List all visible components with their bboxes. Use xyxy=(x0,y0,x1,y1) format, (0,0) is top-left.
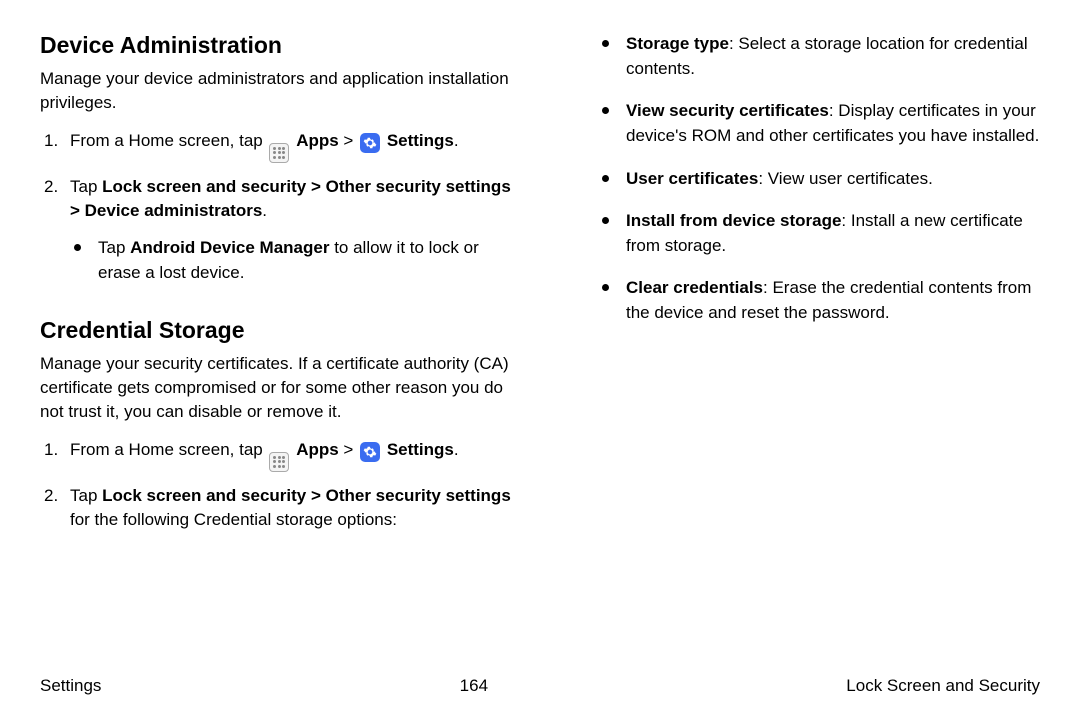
list-item: Install from device storage: Install a n… xyxy=(598,209,1040,258)
apps-icon xyxy=(269,452,289,472)
credential-storage-steps: From a Home screen, tap Apps > Settings.… xyxy=(40,438,512,533)
step-text: . xyxy=(454,440,459,459)
apps-icon xyxy=(269,143,289,163)
bold-text: Install from device storage xyxy=(626,211,841,230)
credential-storage-desc: Manage your security certificates. If a … xyxy=(40,352,512,423)
credential-options-list: Storage type: Select a storage location … xyxy=(568,32,1040,326)
apps-label: Apps xyxy=(296,131,339,150)
sep: > xyxy=(339,440,358,459)
device-admin-desc: Manage your device administrators and ap… xyxy=(40,67,512,115)
step-text: From a Home screen, tap xyxy=(70,440,267,459)
step-text: . xyxy=(262,201,267,220)
footer-left: Settings xyxy=(40,676,101,696)
footer-right: Lock Screen and Security xyxy=(846,676,1040,696)
step-text: . xyxy=(454,131,459,150)
item-text: : View user certificates. xyxy=(758,169,932,188)
sep: > xyxy=(339,131,358,150)
settings-icon xyxy=(360,133,380,153)
right-column: Storage type: Select a storage location … xyxy=(568,32,1040,545)
settings-label: Settings xyxy=(387,131,454,150)
bold-text: User certificates xyxy=(626,169,758,188)
bold-text: Lock screen and security > Other securit… xyxy=(70,177,511,221)
list-item: From a Home screen, tap Apps > Settings. xyxy=(40,129,512,163)
list-item: View security certificates: Display cert… xyxy=(598,99,1040,148)
credential-storage-title: Credential Storage xyxy=(40,317,512,344)
device-admin-title: Device Administration xyxy=(40,32,512,59)
bold-text: Lock screen and security > Other securit… xyxy=(102,486,511,505)
settings-label: Settings xyxy=(387,440,454,459)
step-text: Tap xyxy=(98,238,130,257)
sublist: Tap Android Device Manager to allow it t… xyxy=(70,236,512,285)
list-item: Tap Lock screen and security > Other sec… xyxy=(40,175,512,286)
left-column: Device Administration Manage your device… xyxy=(40,32,512,545)
bold-text: Android Device Manager xyxy=(130,238,329,257)
page-footer: Settings 164 Lock Screen and Security xyxy=(40,676,1040,696)
apps-label: Apps xyxy=(296,440,339,459)
bold-text: Storage type xyxy=(626,34,729,53)
step-text: Tap xyxy=(70,177,102,196)
bold-text: Clear credentials xyxy=(626,278,763,297)
device-admin-steps: From a Home screen, tap Apps > Settings.… xyxy=(40,129,512,286)
page-number: 164 xyxy=(460,676,488,696)
list-item: Clear credentials: Erase the credential … xyxy=(598,276,1040,325)
step-text: Tap xyxy=(70,486,102,505)
list-item: From a Home screen, tap Apps > Settings. xyxy=(40,438,512,472)
bold-text: View security certificates xyxy=(626,101,829,120)
step-text: From a Home screen, tap xyxy=(70,131,267,150)
list-item: Storage type: Select a storage location … xyxy=(598,32,1040,81)
step-text: for the following Credential storage opt… xyxy=(70,510,397,529)
settings-icon xyxy=(360,442,380,462)
list-item: User certificates: View user certificate… xyxy=(598,167,1040,192)
list-item: Tap Android Device Manager to allow it t… xyxy=(70,236,512,285)
list-item: Tap Lock screen and security > Other sec… xyxy=(40,484,512,533)
